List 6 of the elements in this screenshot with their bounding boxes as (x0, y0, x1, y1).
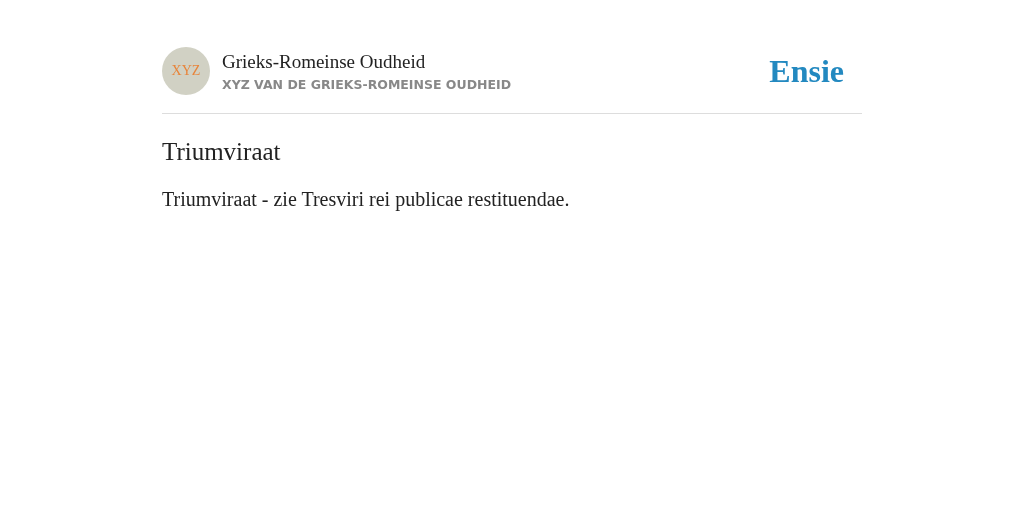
article-text: Triumviraat - zie Tresviri rei publicae restituendae. (162, 188, 571, 211)
avatar: XYZ (162, 47, 210, 95)
article-heading: Triumviraat (162, 138, 282, 166)
site-title: Grieks-Romeinse Oudheid (222, 50, 427, 73)
site-subtitle: XYZ VAN DE GRIEKS-ROMEINSE OUDHEID (222, 76, 513, 92)
logo[interactable]: Ensie (769, 52, 844, 90)
